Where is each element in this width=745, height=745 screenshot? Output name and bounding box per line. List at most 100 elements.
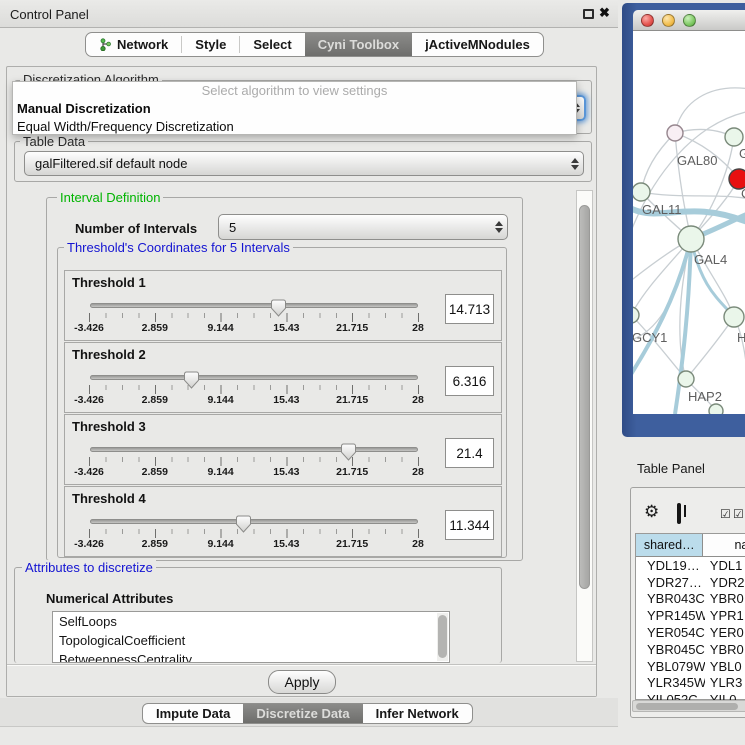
node-table: shared… na YDL19…YDL1 YDR27…YDR2 YBR043C…: [635, 533, 745, 700]
list-scrollbar[interactable]: [437, 613, 448, 661]
node-label: HAP2: [688, 389, 722, 404]
tick-label: -3.426: [74, 322, 104, 334]
tick-label: 28: [412, 322, 424, 334]
table-horizontal-scrollbar-thumb[interactable]: [636, 703, 738, 710]
gear-icon[interactable]: ⚙: [644, 503, 659, 520]
panel-scrollbar-thumb[interactable]: [579, 205, 590, 589]
table-horizontal-scrollbar[interactable]: [632, 700, 745, 712]
node-gal4[interactable]: [678, 226, 704, 252]
table-row[interactable]: YBL079WYBL0: [636, 658, 745, 675]
node-h[interactable]: [724, 307, 744, 327]
table-row[interactable]: YLR345WYLR3: [636, 675, 745, 692]
node-top-right[interactable]: [725, 128, 743, 146]
list-item[interactable]: SelfLoops: [53, 612, 449, 631]
tick-label: -3.426: [74, 394, 104, 406]
tick-label: 9.144: [207, 538, 233, 550]
table-row[interactable]: YDL19…YDL1: [636, 557, 745, 574]
node-gal80[interactable]: [667, 125, 683, 141]
algorithm-dropdown-popup: Select algorithm to view settings Manual…: [12, 81, 577, 135]
tab-impute-data[interactable]: Impute Data: [143, 704, 243, 723]
popup-option-equal-width-frequency[interactable]: Equal Width/Frequency Discretization: [13, 118, 576, 136]
apply-button[interactable]: Apply: [268, 670, 336, 694]
interval-definition-label: Interval Definition: [57, 190, 163, 205]
column-header-shared-name[interactable]: shared…: [636, 534, 703, 556]
threshold-1-value-field[interactable]: 14.713: [445, 294, 494, 324]
table-row[interactable]: YPR145WYPR1: [636, 607, 745, 624]
threshold-4-value-field[interactable]: 11.344: [445, 510, 494, 540]
tick-label: 2.859: [142, 322, 168, 334]
tab-select[interactable]: Select: [240, 33, 304, 56]
tick-label: 9.144: [207, 322, 233, 334]
minimize-traffic-light-icon[interactable]: [662, 14, 675, 27]
close-traffic-light-icon[interactable]: [641, 14, 654, 27]
tick-label: 15.43: [273, 394, 299, 406]
node-label: GAL11: [642, 202, 682, 217]
tab-network[interactable]: Network: [86, 33, 181, 56]
numerical-attributes-label: Numerical Attributes: [46, 591, 173, 606]
columns-icon[interactable]: [677, 503, 681, 524]
list-scrollbar-thumb[interactable]: [438, 615, 447, 658]
tab-discretize-data[interactable]: Discretize Data: [243, 704, 362, 723]
control-panel-titlebar: Control Panel ✖: [0, 0, 618, 28]
zoom-traffic-light-icon[interactable]: [683, 14, 696, 27]
tab-cyni-toolbox[interactable]: Cyni Toolbox: [305, 33, 412, 56]
node-gcy1[interactable]: [633, 307, 639, 323]
threshold-2-slider-track[interactable]: [90, 375, 418, 380]
node-hap2[interactable]: [678, 371, 694, 387]
threshold-1-label: Threshold 1: [72, 275, 146, 290]
table-row[interactable]: YDR27…YDR2: [636, 574, 745, 591]
checkbox-checked-icon[interactable]: ☑: [720, 508, 731, 520]
tick-label: 28: [412, 394, 424, 406]
slider-ticks: [89, 313, 419, 322]
slider-ticks: [89, 457, 419, 466]
number-of-intervals-combobox[interactable]: 5: [218, 214, 508, 240]
attributes-list: SelfLoops TopologicalCoefficient Between…: [52, 611, 450, 663]
tick-label: 21.715: [336, 394, 368, 406]
tab-jactivemnodules[interactable]: jActiveMNodules: [412, 33, 543, 56]
node-label: C: [741, 186, 745, 201]
panel-scrollbar[interactable]: [576, 190, 593, 662]
table-panel: ⚙ ☑ ☑ shared… na YDL19…YDL1 YDR27…YDR2 Y…: [630, 487, 745, 718]
node-bottom[interactable]: [709, 404, 723, 414]
table-row[interactable]: YBR043CYBR0: [636, 591, 745, 608]
threshold-3-label: Threshold 3: [72, 419, 146, 434]
tick-label: 15.43: [273, 466, 299, 478]
table-row[interactable]: YER054CYER0: [636, 624, 745, 641]
threshold-1-slider-track[interactable]: [90, 303, 418, 308]
checkbox-checked-icon[interactable]: ☑: [733, 508, 744, 520]
table-data-combobox[interactable]: galFiltered.sif default node: [24, 151, 584, 176]
table-row[interactable]: YBR045CYBR0: [636, 641, 745, 658]
table-data-label: Table Data: [20, 134, 88, 149]
node-label: GCY1: [633, 330, 667, 345]
tab-infer-network[interactable]: Infer Network: [363, 704, 472, 723]
spinner-arrows-icon: [567, 158, 583, 170]
slider-ticks: [89, 385, 419, 394]
float-window-icon[interactable]: [583, 9, 594, 19]
threshold-3-slider-track[interactable]: [90, 447, 418, 452]
popup-placeholder: Select algorithm to view settings: [13, 82, 576, 100]
popup-option-manual-discretization[interactable]: Manual Discretization: [13, 100, 576, 118]
table-header-row: shared… na: [636, 534, 745, 557]
tick-label: 2.859: [142, 394, 168, 406]
tick-label: 15.43: [273, 322, 299, 334]
tick-label: 28: [412, 466, 424, 478]
column-header-name[interactable]: na: [703, 534, 745, 556]
tick-label: 28: [412, 538, 424, 550]
threshold-2-value-field[interactable]: 6.316: [445, 366, 494, 396]
list-item[interactable]: BetweennessCentrality: [53, 650, 449, 663]
network-icon: [99, 38, 112, 51]
tick-label: 21.715: [336, 466, 368, 478]
tick-label: 15.43: [273, 538, 299, 550]
threshold-4-label: Threshold 4: [72, 491, 146, 506]
tick-label: -3.426: [74, 466, 104, 478]
bottom-tab-bar: Impute Data Discretize Data Infer Networ…: [142, 703, 473, 724]
threshold-4-slider-track[interactable]: [90, 519, 418, 524]
threshold-2-label: Threshold 2: [72, 347, 146, 362]
close-icon[interactable]: ✖: [599, 5, 610, 21]
node-label: GAL80: [677, 153, 717, 168]
threshold-3-value-field[interactable]: 21.4: [445, 438, 494, 468]
node-gal11[interactable]: [633, 183, 650, 201]
tab-style[interactable]: Style: [182, 33, 239, 56]
screen: Control Panel ✖ Network Style Select Cyn…: [0, 0, 745, 745]
list-item[interactable]: TopologicalCoefficient: [53, 631, 449, 650]
